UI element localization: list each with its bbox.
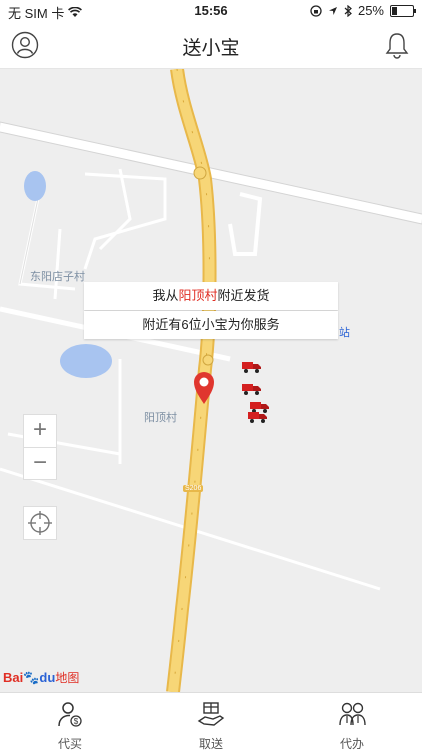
- page-title: 送小宝: [182, 38, 240, 59]
- tab-buy[interactable]: $ 代买: [0, 695, 140, 751]
- popup-ship-from: 我从阳顶村附近发货: [84, 282, 338, 310]
- crosshair-icon: [28, 511, 52, 535]
- popup-line1-prefix: 我从: [152, 288, 179, 303]
- gift-hand-icon: [197, 702, 225, 726]
- svg-text:$: $: [74, 717, 79, 726]
- rotation-lock-icon: [310, 4, 322, 17]
- zoom-out-button[interactable]: −: [24, 448, 56, 480]
- tab-errand-label: 代办: [339, 737, 364, 751]
- battery-icon: [390, 4, 416, 17]
- baidu-map-logo: Bai🐾du地图: [3, 669, 79, 686]
- road-badge: S206: [183, 485, 204, 492]
- map-label-village-1: 东阳店子村: [30, 271, 85, 283]
- battery-percent: 25%: [357, 3, 384, 18]
- two-persons-icon: [339, 702, 366, 726]
- logo-paw: 🐾: [23, 670, 40, 685]
- zoom-control: + −: [23, 414, 57, 480]
- logo-bai: Bai: [3, 670, 24, 685]
- courier-truck-icon[interactable]: [246, 408, 268, 424]
- zoom-in-button[interactable]: +: [24, 415, 56, 448]
- popup-line1-place: 阳顶村: [178, 288, 218, 303]
- map-view[interactable]: 东阳店子村 阳顶村 站 S206 我从阳顶村附近发货 附近有6位小宝为你服务 +…: [0, 69, 422, 692]
- status-bar: 无 SIM 卡 15:56 25%: [0, 0, 422, 22]
- courier-truck-icon[interactable]: [240, 380, 262, 396]
- status-right: 25%: [310, 3, 416, 18]
- tab-buy-label: 代买: [57, 737, 82, 751]
- nav-bar: 送小宝: [0, 22, 422, 69]
- map-label-station: 站: [339, 327, 350, 339]
- location-pin-icon: [194, 372, 214, 404]
- popup-nearby-couriers: 附近有6位小宝为你服务: [84, 311, 338, 339]
- popup-line1-suffix: 附近发货: [217, 288, 270, 303]
- tab-deliver-label: 取送: [198, 737, 223, 751]
- tab-bar: $ 代买 取送 代办: [0, 692, 422, 751]
- locate-button[interactable]: [23, 506, 57, 540]
- logo-du: du: [39, 670, 56, 685]
- battery-level: [392, 6, 397, 15]
- location-arrow-icon: [328, 6, 337, 15]
- bluetooth-icon: [344, 4, 352, 17]
- courier-truck-icon[interactable]: [240, 358, 262, 374]
- logo-map: 地图: [55, 671, 80, 685]
- person-dollar-icon: $: [58, 702, 82, 727]
- tab-deliver[interactable]: 取送: [141, 695, 281, 751]
- tab-errand[interactable]: 代办: [282, 695, 422, 751]
- popup-line2: 附近有6位小宝为你服务: [142, 317, 280, 332]
- bell-icon[interactable]: [382, 30, 412, 60]
- map-label-village-2: 阳顶村: [144, 412, 177, 424]
